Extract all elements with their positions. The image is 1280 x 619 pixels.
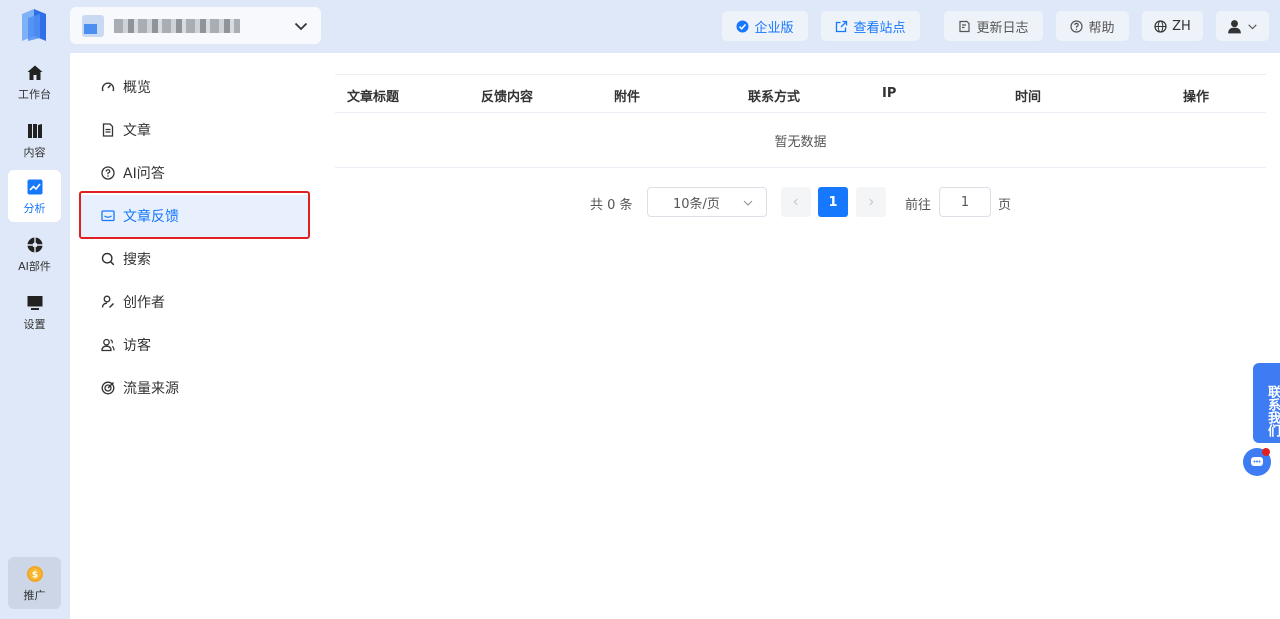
page-number-button[interactable]: 1 [818,187,848,217]
home-icon [25,63,45,83]
subnav-item-label: 流量来源 [123,381,179,397]
column-header[interactable]: 反馈内容 [481,86,533,105]
article-icon [102,123,114,137]
chevron-down-icon [743,200,753,206]
content-icon [25,121,45,141]
table-header: 文章标题 反馈内容 附件 联系方式 IP 时间 操作 [335,74,1266,113]
subnav-item-label: 搜索 [123,252,151,268]
column-header[interactable]: 附件 [614,86,640,105]
total-count: 共 0 条 [590,198,633,213]
pagination: 共 0 条 10条/页 1 前往 页 [322,187,1280,217]
check-circle-icon [736,20,749,32]
main-content: 文章标题 反馈内容 附件 联系方式 IP 时间 操作 暂无数据 共 0 条 10… [322,53,1280,619]
chat-button[interactable] [1243,448,1271,476]
feedback-icon [101,210,115,222]
user-menu-button[interactable] [1216,11,1269,41]
enterprise-label: 企业版 [754,20,794,36]
help-circle-icon [1070,19,1084,33]
page-size-select[interactable]: 10条/页 [647,187,767,217]
subnav-item-label: 概览 [123,80,151,96]
enterprise-button[interactable]: 企业版 [722,11,808,41]
subnav-item-article-feedback[interactable]: 文章反馈 [80,195,310,237]
view-site-button[interactable]: 查看站点 [821,11,920,41]
subnav-item-label: AI问答 [123,166,165,182]
rail-item-analytics[interactable]: 分析 [8,170,61,222]
notification-dot [1262,448,1270,456]
language-label: ZH [1172,18,1191,34]
traffic-icon [101,381,115,395]
globe-icon [1154,19,1167,33]
column-header[interactable]: IP [882,86,896,101]
user-icon [1228,19,1241,33]
changelog-label: 更新日志 [976,20,1029,36]
rail-item-label: 工作台 [18,87,51,101]
subnav-item-label: 访客 [123,338,151,354]
visitor-icon [101,338,115,352]
contact-us-tab[interactable]: 联系我们 [1253,363,1280,443]
svg-text:$: $ [31,570,37,580]
rail-item-settings[interactable]: 设置 [8,286,61,338]
chevron-left-icon [793,198,798,206]
external-link-icon [836,20,848,32]
subnav-item-creator[interactable]: 创作者 [80,281,310,323]
chevron-down-icon [294,22,308,30]
ai-widget-icon [25,235,45,255]
column-header[interactable]: 联系方式 [748,86,800,105]
rail-item-label: 设置 [23,317,46,331]
analytics-subnav: 概览 文章 AI问答 文章反馈 搜索 创作者 访客 流量来源 [70,53,322,619]
left-rail: 工作台 内容 分析 AI部件 设置 $ 推广 [0,0,69,619]
subnav-item-article[interactable]: 文章 [80,109,310,151]
coin-icon: $ [25,564,45,584]
rail-item-content[interactable]: 内容 [8,114,61,166]
help-label: 帮助 [1088,20,1115,36]
rail-item-label: 分析 [23,201,46,215]
rail-item-promotion[interactable]: $ 推广 [8,557,61,609]
subnav-item-overview[interactable]: 概览 [80,66,310,108]
search-icon [101,252,115,266]
app-logo-icon[interactable] [20,8,48,42]
subnav-item-search[interactable]: 搜索 [80,238,310,280]
app-root: 工作台 内容 分析 AI部件 设置 $ 推广 企业版 查看站点 更新日志 帮助 … [0,0,1280,619]
overview-icon [101,82,115,92]
prev-page-button[interactable] [781,187,811,217]
help-button[interactable]: 帮助 [1056,11,1129,41]
chat-icon [1251,457,1263,466]
column-header[interactable]: 操作 [1183,86,1209,105]
chevron-right-icon [869,198,874,206]
site-selector[interactable]: ███████████ [70,7,321,44]
creator-icon [101,295,115,309]
view-site-label: 查看站点 [853,20,906,36]
language-button[interactable]: ZH [1142,11,1203,41]
chevron-down-icon [1248,23,1257,29]
goto-label: 前往 [905,198,932,213]
page-size-value: 10条/页 [673,196,720,212]
rail-item-label: AI部件 [18,259,51,273]
rail-item-ai-widget[interactable]: AI部件 [8,228,61,280]
feedback-table: 文章标题 反馈内容 附件 联系方式 IP 时间 操作 暂无数据 [335,74,1266,168]
subnav-item-ai-qa[interactable]: AI问答 [80,152,310,194]
subnav-item-traffic-source[interactable]: 流量来源 [80,367,310,409]
rail-item-workbench[interactable]: 工作台 [8,56,61,108]
column-header[interactable]: 文章标题 [347,86,399,105]
goto-page-input[interactable] [939,187,991,217]
rail-item-label: 推广 [23,588,46,602]
empty-state: 暂无数据 [335,113,1266,168]
ai-qa-icon [101,166,115,180]
subnav-item-label: 文章反馈 [123,209,179,225]
subnav-item-label: 创作者 [123,295,165,311]
chart-icon [25,177,45,197]
page-suffix: 页 [998,198,1012,213]
changelog-button[interactable]: 更新日志 [944,11,1043,41]
site-name: ███████████ [114,18,240,33]
rail-item-label: 内容 [23,145,46,159]
next-page-button[interactable] [856,187,886,217]
site-thumbnail [82,14,104,37]
subnav-item-label: 文章 [123,123,151,139]
monitor-icon [25,293,45,313]
subnav-item-visitor[interactable]: 访客 [80,324,310,366]
column-header[interactable]: 时间 [1015,86,1041,105]
document-edit-icon [959,20,971,32]
